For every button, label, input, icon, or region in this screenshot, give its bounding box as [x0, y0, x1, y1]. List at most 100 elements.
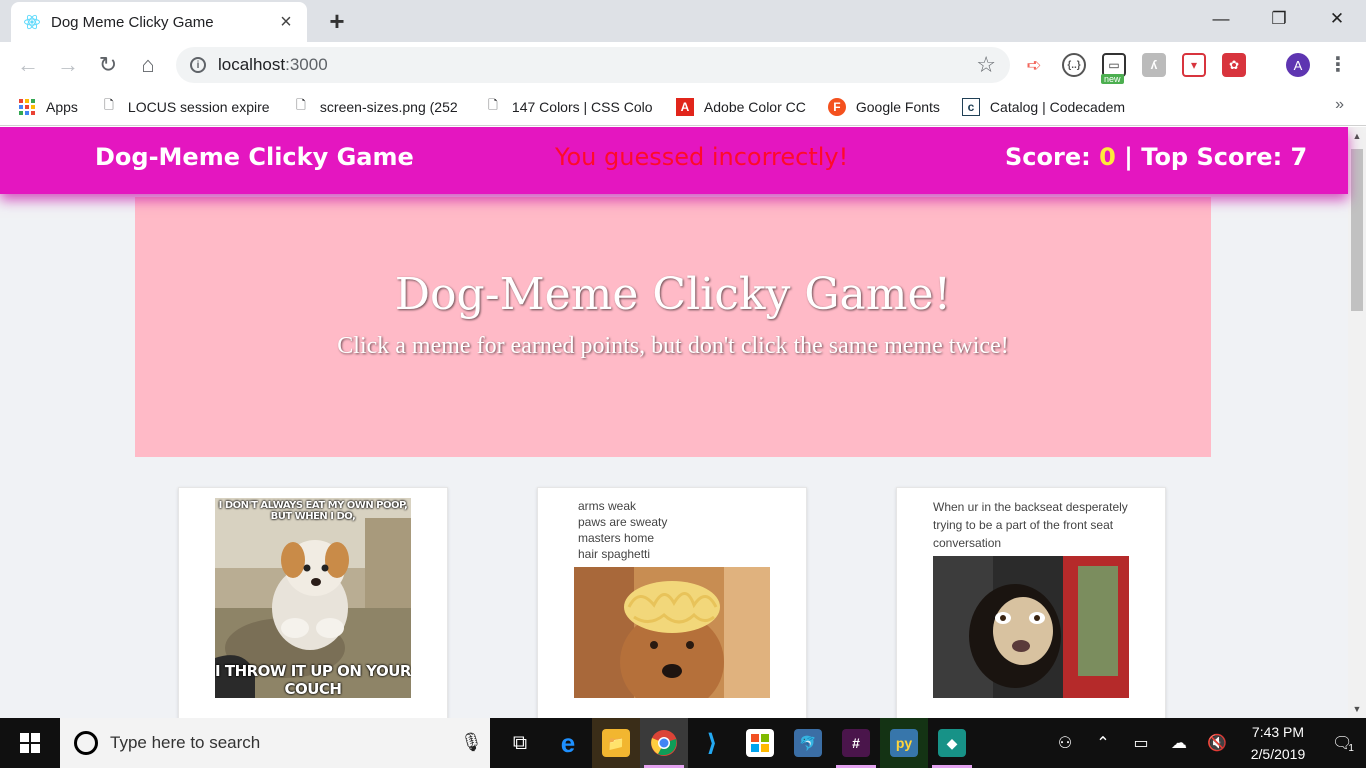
scroll-thumb[interactable] [1351, 149, 1363, 311]
meme-text-line: hair spaghetti [578, 547, 651, 561]
page-viewport: Dog-Meme Clicky Game You guessed incorre… [0, 127, 1366, 718]
url-host: localhost [218, 55, 286, 74]
show-hidden-icons[interactable]: ⌃ [1084, 718, 1122, 768]
chrome-icon[interactable] [640, 718, 688, 768]
forward-icon[interactable]: → [50, 47, 86, 83]
bookmarks-bar: Apps 🗋 LOCUS session expire 🗋 screen-siz… [0, 88, 1366, 126]
bookmark-label: Catalog | Codecadem [989, 98, 1126, 115]
vscode-icon[interactable]: ⟩ [688, 718, 736, 768]
reload-icon[interactable]: ↻ [90, 47, 126, 83]
meme-caption-top: I DON'T ALWAYS EAT MY OWN POOP, BUT WHEN… [218, 500, 408, 522]
score-value: 0 [1099, 143, 1116, 171]
pocket-extension-icon[interactable]: ▾ [1182, 53, 1206, 77]
score-label: Score: [1005, 143, 1100, 171]
bookmark-label: Apps [46, 98, 78, 115]
store-icon[interactable] [736, 718, 784, 768]
meme-image-backseat-dog[interactable]: When ur in the backseat desperately tryi… [933, 498, 1129, 698]
bookmark-codecademy[interactable]: c Catalog | Codecadem [961, 97, 1160, 116]
adobe-icon: A [675, 97, 694, 116]
bookmark-screen-sizes[interactable]: 🗋 screen-sizes.png (252 [292, 98, 462, 116]
json-extension-icon[interactable]: {..} [1062, 53, 1086, 77]
meme-image-couch-dog[interactable]: I DON'T ALWAYS EAT MY OWN POOP, BUT WHEN… [215, 498, 411, 698]
new-tab-button[interactable]: + [320, 5, 354, 37]
mysql-workbench-icon[interactable]: 🐬 [784, 718, 832, 768]
profile-avatar[interactable]: A [1286, 53, 1310, 77]
more-bookmarks-icon[interactable]: » [1335, 96, 1344, 114]
apps-grid-icon [18, 98, 36, 116]
meme-image-spaghetti-dog[interactable]: arms weak paws are sweaty masters home h… [574, 498, 770, 698]
bookmark-locus[interactable]: 🗋 LOCUS session expire [100, 98, 270, 116]
address-bar[interactable]: i localhost:3000 ☆ [176, 47, 1010, 83]
guess-message: You guessed incorrectly! [555, 143, 849, 171]
taskbar-clock[interactable]: 7:43 PM 2/5/2019 [1236, 721, 1320, 765]
meme-text-block: When ur in the backseat desperately tryi… [933, 498, 1128, 552]
slack-icon[interactable]: # [832, 718, 880, 768]
extensions-area: ➪ {..} ▭ new ʎ ▾ ✿ [1022, 50, 1262, 84]
taskbar-search[interactable]: Type here to search 🎙 [60, 718, 490, 768]
app-navbar: Dog-Meme Clicky Game You guessed incorre… [0, 127, 1348, 194]
task-view-icon[interactable]: ⧉ [496, 718, 544, 768]
gitkraken-icon[interactable]: ◆ [928, 718, 976, 768]
battery-icon[interactable]: ▭ [1122, 718, 1160, 768]
scroll-down-icon[interactable]: ▼ [1348, 700, 1366, 718]
tab-strip: Dog Meme Clicky Game × + — ❐ ✕ [0, 0, 1366, 42]
bookmark-google-fonts[interactable]: F Google Fonts [827, 97, 940, 116]
people-icon[interactable]: ⚇ [1046, 718, 1084, 768]
page-icon: 🗋 [104, 98, 114, 112]
volume-muted-icon[interactable]: 🔇 [1198, 718, 1236, 768]
file-explorer-icon[interactable]: 📁 [592, 718, 640, 768]
codecademy-icon: c [961, 97, 980, 116]
meme-text-line: arms weak [578, 499, 637, 513]
minimize-icon[interactable]: — [1192, 0, 1250, 38]
url-port: :3000 [285, 55, 328, 74]
page-icon: 🗋 [296, 98, 306, 112]
bookmark-apps[interactable]: Apps [18, 98, 78, 116]
onedrive-icon[interactable]: ☁ [1160, 718, 1198, 768]
top-score: | Top Score: 7 [1115, 143, 1308, 171]
jumbotron: Dog-Meme Clicky Game! Click a meme for e… [135, 197, 1211, 457]
system-tray: ⚇ ⌃ ▭ ☁ 🔇 7:43 PM 2/5/2019 🗨 1 [1046, 718, 1366, 768]
meme-card[interactable]: arms weak paws are sweaty masters home h… [537, 487, 807, 718]
puzzle-extension-icon[interactable]: ʎ [1142, 53, 1166, 77]
back-icon[interactable]: ← [10, 47, 46, 83]
meme-text-line: masters home [578, 531, 655, 545]
meme-card[interactable]: When ur in the backseat desperately tryi… [896, 487, 1166, 718]
restore-icon[interactable]: ❐ [1250, 0, 1308, 38]
windows-start-icon[interactable] [0, 718, 60, 768]
url-text[interactable]: localhost:3000 [218, 55, 976, 75]
meme-text-block: arms weak paws are sweaty masters home h… [578, 498, 667, 562]
home-icon[interactable]: ⌂ [130, 47, 166, 83]
bookmark-label: Google Fonts [855, 98, 940, 115]
brand-title[interactable]: Dog-Meme Clicky Game [95, 143, 414, 171]
meme-caption-bottom: I THROW IT UP ON YOUR COUCH [215, 662, 411, 698]
search-placeholder: Type here to search [110, 733, 261, 752]
backseat-dog-picture [933, 556, 1129, 698]
clock-time: 7:43 PM [1251, 724, 1305, 740]
screen-extension-icon[interactable]: ▭ new [1101, 53, 1126, 84]
close-window-icon[interactable]: ✕ [1308, 0, 1366, 38]
bookmark-css-colors[interactable]: 🗋 147 Colors | CSS Colo [484, 98, 654, 116]
spaghetti-dog-picture [574, 567, 770, 698]
microphone-icon[interactable]: 🎙 [460, 732, 483, 754]
page-scrollbar[interactable]: ▲ ▼ [1348, 127, 1366, 718]
close-tab-icon[interactable]: × [277, 12, 295, 32]
python-icon[interactable]: py [880, 718, 928, 768]
page-icon: 🗋 [488, 98, 498, 112]
edge-icon[interactable]: e [544, 718, 592, 768]
google-fonts-icon: F [827, 97, 846, 116]
meme-text-line: trying to be a part of the front seat [933, 518, 1114, 532]
paw-extension-icon[interactable]: ✿ [1222, 53, 1246, 77]
cast-extension-icon[interactable]: ➪ [1022, 53, 1046, 77]
menu-dots-icon[interactable]: ⋮ [1326, 51, 1350, 79]
bookmark-star-icon[interactable]: ☆ [976, 52, 996, 78]
action-center-icon[interactable]: 🗨 1 [1320, 718, 1366, 768]
scroll-up-icon[interactable]: ▲ [1348, 127, 1366, 145]
meme-text-line: paws are sweaty [578, 515, 668, 529]
bookmark-label: 147 Colors | CSS Colo [511, 98, 653, 115]
meme-card[interactable]: I DON'T ALWAYS EAT MY OWN POOP, BUT WHEN… [178, 487, 448, 718]
bookmark-label: Adobe Color CC [703, 98, 806, 115]
bookmark-label: screen-sizes.png (252 [319, 98, 458, 115]
bookmark-adobe-color[interactable]: A Adobe Color CC [675, 97, 806, 116]
browser-tab[interactable]: Dog Meme Clicky Game × [11, 2, 307, 42]
info-icon[interactable]: i [190, 57, 206, 73]
